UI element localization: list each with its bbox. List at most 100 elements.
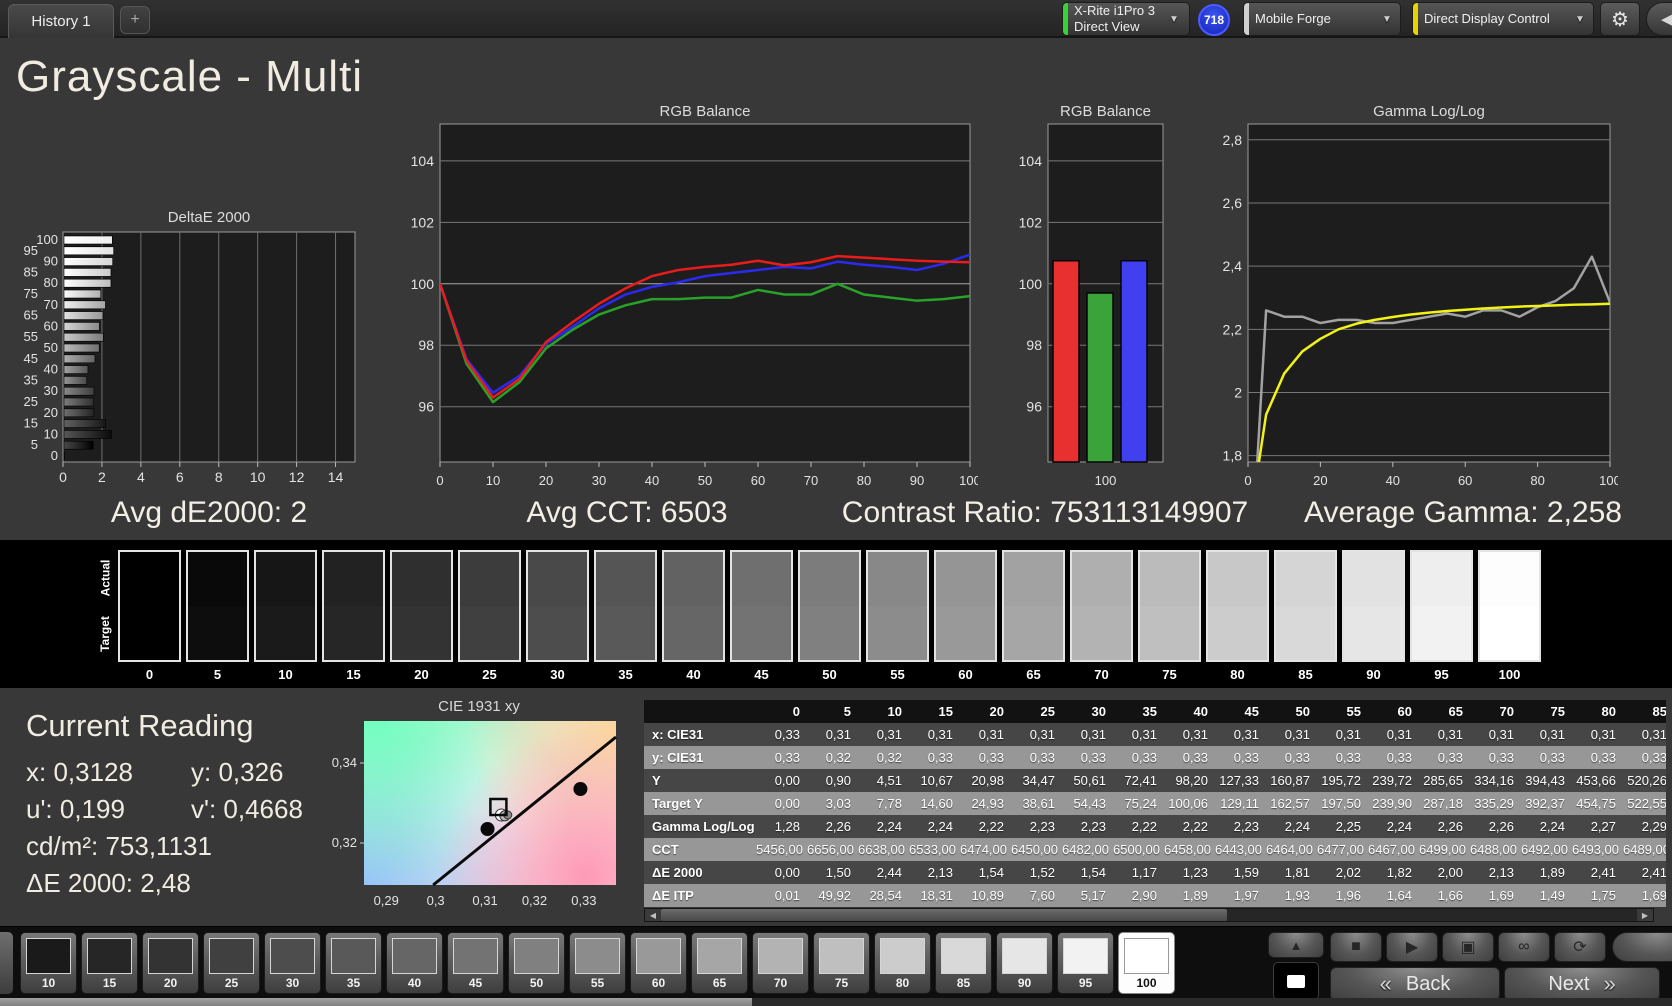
table-cell: 0,33 [1386, 750, 1412, 765]
swatch-target [1004, 606, 1063, 660]
table-cell: 1,97 [1233, 888, 1259, 903]
partial-button[interactable] [1612, 932, 1672, 962]
swatch-label: 65 [1026, 667, 1041, 682]
table-cell: 2,26 [825, 819, 851, 834]
table-cell: 0,31 [1335, 727, 1361, 742]
table-column-header: 45 [1244, 704, 1259, 719]
patch-button-45[interactable]: 45 [447, 932, 504, 994]
source-dropdown[interactable]: Mobile Forge ▼ [1243, 2, 1401, 36]
collapse-panel-button[interactable]: ◀ [1646, 2, 1672, 36]
table-cell: 2,24 [876, 819, 902, 834]
table-cell: 72,41 [1124, 773, 1157, 788]
table-cell: 2,41 [1641, 865, 1666, 880]
patch-list-up-button[interactable]: ▲ [1268, 932, 1324, 958]
scrollbar-thumb[interactable] [661, 909, 1228, 921]
patch-button-100[interactable]: 100 [1118, 932, 1175, 994]
swatch-actual [1140, 552, 1199, 606]
patch-swatch [636, 938, 681, 974]
table-cell: 0,33 [1488, 750, 1514, 765]
table-cell: 2,26 [1437, 819, 1463, 834]
table-cell: 5456,00 [756, 842, 803, 857]
read-series-button[interactable]: ▣ [1442, 932, 1494, 962]
bottom-bar: 10 15 20 25 30 35 40 45 50 55 60 65 70 75 80 85 90 95 100 … [0, 926, 1672, 1006]
stop-button[interactable]: ■ [1330, 932, 1382, 962]
table-cell: 2,29 [1641, 819, 1666, 834]
patch-button-75[interactable]: 75 [813, 932, 870, 994]
scroll-right-icon[interactable]: ▶ [1637, 909, 1653, 921]
actual-label: Actual [98, 559, 112, 597]
patch-button-20[interactable]: 20 [142, 932, 199, 994]
patch-button-65[interactable]: 65 [691, 932, 748, 994]
swatch-actual [1208, 552, 1267, 606]
cie-chart: 0,32 0,34 0,29 0,3 0,31 0,32 0,33 [332, 735, 617, 908]
svg-text:40: 40 [645, 473, 659, 488]
swatch-label: 70 [1094, 667, 1109, 682]
back-button[interactable]: « Back [1330, 967, 1500, 1001]
scroll-left-icon[interactable]: ◀ [645, 909, 661, 921]
patch-button-90[interactable]: 90 [996, 932, 1053, 994]
patch-swatch [270, 938, 315, 974]
patch-button-25[interactable]: 25 [203, 932, 260, 994]
patch-button-30[interactable]: 30 [264, 932, 321, 994]
swatch-label: 80 [1230, 667, 1245, 682]
patch-button-95[interactable]: 95 [1057, 932, 1114, 994]
patch-button-40[interactable]: 40 [386, 932, 443, 994]
meter-dropdown[interactable]: X-Rite i1Pro 3 Direct View ▼ [1062, 2, 1190, 36]
patch-button-15[interactable]: 15 [81, 932, 138, 994]
svg-text:1,8: 1,8 [1223, 448, 1243, 464]
scrollbar-track[interactable] [661, 909, 1637, 921]
patch-button-50[interactable]: 50 [508, 932, 565, 994]
table-cell: 0,33 [1131, 750, 1157, 765]
meter-profile-badge[interactable]: 718 [1198, 4, 1230, 36]
table-row: ΔE 2000 0,00 1,50 2,44 2,13 1,54 1,52 1,54 1,17 1… [644, 861, 1666, 884]
svg-text:60: 60 [44, 318, 58, 333]
patch-button-label: 70 [773, 976, 788, 990]
table-column-header: 80 [1601, 704, 1616, 719]
pattern-display-button[interactable] [1273, 962, 1319, 1000]
patch-swatch [331, 938, 376, 974]
swatch-target [732, 606, 791, 660]
patch-button-80[interactable]: 80 [874, 932, 931, 994]
table-cell: 2,02 [1335, 865, 1361, 880]
svg-text:80: 80 [44, 275, 58, 290]
patch-button-clipped[interactable] [0, 932, 13, 994]
table-horizontal-scrollbar[interactable]: ◀ ▶ [644, 908, 1654, 922]
stat-avg-cct: Avg CCT: 6503 [526, 496, 728, 529]
play-button[interactable]: ▶ [1386, 932, 1438, 962]
table-cell: 6656,00 [807, 842, 854, 857]
display-control-dropdown[interactable]: Direct Display Control ▼ [1412, 2, 1594, 36]
patch-scrollbar-thumb[interactable] [0, 998, 753, 1006]
svg-text:70: 70 [804, 473, 818, 488]
settings-button[interactable]: ⚙ [1600, 2, 1640, 36]
table-cell: 6477,00 [1317, 842, 1364, 857]
patch-strip-scrollbar[interactable] [0, 998, 1672, 1006]
patch-button-label: 50 [529, 976, 544, 990]
grayscale-swatch-65: 65 [1002, 550, 1065, 682]
patch-button-35[interactable]: 35 [325, 932, 382, 994]
patch-button-label: 30 [285, 976, 300, 990]
patch-swatch [453, 938, 498, 974]
table-cell: 7,78 [876, 796, 902, 811]
continuous-loop-button[interactable]: ∞ [1498, 932, 1550, 962]
table-cell: 14,60 [920, 796, 953, 811]
refresh-button[interactable]: ⟳ [1554, 932, 1606, 962]
swatch-actual [1344, 552, 1403, 606]
patch-button-55[interactable]: 55 [569, 932, 626, 994]
grayscale-swatch-50: 50 [798, 550, 861, 682]
add-tab-button[interactable]: + [120, 6, 150, 34]
swatch-target [528, 606, 587, 660]
patch-swatch [1063, 938, 1108, 974]
svg-text:100: 100 [959, 473, 978, 488]
patch-button-10[interactable]: 10 [20, 932, 77, 994]
svg-text:12: 12 [289, 469, 305, 485]
next-button[interactable]: Next » [1504, 967, 1660, 1001]
grayscale-swatch-strip: Actual Target 0 5 10 15 20 25 30 35 40 45 50 55 60 65… [0, 540, 1672, 688]
play-icon: ▶ [1405, 939, 1419, 956]
patch-button-70[interactable]: 70 [752, 932, 809, 994]
patch-button-85[interactable]: 85 [935, 932, 992, 994]
tab-history-1[interactable]: History 1 [8, 4, 114, 38]
swatch-label: 35 [618, 667, 633, 682]
table-cell: 1,89 [1539, 865, 1565, 880]
svg-text:100: 100 [1599, 473, 1618, 488]
patch-button-60[interactable]: 60 [630, 932, 687, 994]
